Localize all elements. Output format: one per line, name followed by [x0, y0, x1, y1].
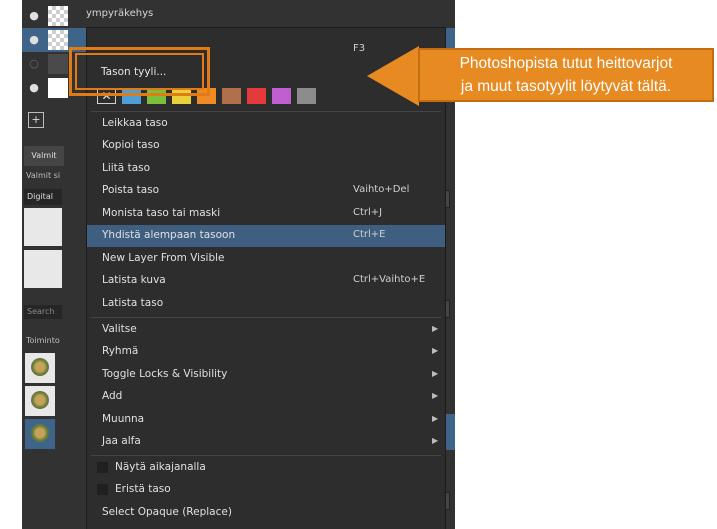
submenu-arrow-icon: ▶ [432, 414, 439, 423]
color-swatch[interactable] [222, 88, 241, 104]
presets-label: Valmit si [26, 171, 61, 180]
menu-item-split-alpha[interactable]: Jaa alfa ▶ [87, 431, 445, 453]
callout-line-2: ja muut tasotyylit löytyvät tältä. [460, 78, 672, 95]
menu-item-label: Yhdistä alempaan tasoon [102, 229, 236, 241]
highlight-box-inner [75, 53, 204, 90]
menu-item-flatten-layer[interactable]: Latista taso [87, 293, 445, 315]
menu-item-cut-layer[interactable]: Leikkaa taso [87, 113, 445, 135]
thumbnail-image [31, 391, 49, 409]
color-swatch[interactable] [247, 88, 266, 104]
history-label: Toiminto [26, 336, 60, 345]
eye-icon[interactable]: ● [27, 33, 41, 47]
menu-item-label: Monista taso tai maski [102, 207, 221, 219]
eye-icon[interactable]: ○ [27, 57, 41, 71]
menu-item-add[interactable]: Add ▶ [87, 386, 445, 408]
menu-item-label: Liitä taso [102, 162, 151, 174]
menu-item-select-opaque[interactable]: Select Opaque (Replace) [87, 502, 445, 524]
menu-item-convert[interactable]: Muunna ▶ [87, 409, 445, 431]
submenu-arrow-icon: ▶ [432, 324, 439, 333]
callout-line-1: Photoshopista tutut heittovarjot [459, 55, 673, 72]
layer-thumbnail [48, 30, 68, 50]
layer-thumbnail [48, 54, 68, 74]
menu-item-label: Select Opaque (Replace) [102, 506, 232, 518]
checkbox[interactable] [97, 462, 108, 473]
menu-item-flatten-image[interactable]: Latista kuva Ctrl+Vaihto+E [87, 270, 445, 292]
menu-separator [91, 111, 441, 112]
add-layer-icon[interactable]: + [28, 112, 44, 128]
menu-item-shortcut: Vaihto+Del [353, 184, 410, 195]
color-swatch[interactable] [272, 88, 291, 104]
menu-item-select[interactable]: Valitse ▶ [87, 319, 445, 341]
menu-item-label: Muunna [102, 413, 145, 425]
menu-item-label: Add [102, 390, 123, 402]
layer-row[interactable]: ● ympyräkehys [22, 4, 455, 28]
menu-item-label: Näytä aikajanalla [115, 461, 206, 473]
menu-item-label: Eristä taso [115, 483, 171, 495]
shortcut-f3: F3 [353, 43, 366, 54]
menu-separator [91, 317, 441, 318]
history-item[interactable] [25, 353, 55, 383]
submenu-arrow-icon: ▶ [432, 346, 439, 355]
menu-item-duplicate-layer[interactable]: Monista taso tai maski Ctrl+J [87, 203, 445, 225]
layer-thumbnail [48, 6, 68, 26]
menu-item-label: Latista kuva [102, 274, 166, 286]
menu-item-label: Poista taso [102, 184, 160, 196]
menu-item-copy-layer[interactable]: Kopioi taso [87, 135, 445, 157]
menu-item-label: Latista taso [102, 297, 164, 309]
eye-icon[interactable]: ● [27, 81, 41, 95]
callout-text: Photoshopista tutut heittovarjot ja muut… [418, 52, 714, 98]
callout-arrow-icon [367, 46, 419, 106]
color-swatch[interactable] [297, 88, 316, 104]
menu-item-label: Jaa alfa [102, 435, 141, 447]
layer-name: ympyräkehys [86, 8, 154, 19]
menu-item-new-layer-from-visible[interactable]: New Layer From Visible [87, 248, 445, 270]
menu-item-shortcut: Ctrl+Vaihto+E [353, 274, 426, 285]
menu-separator [91, 455, 441, 456]
menu-item-label: Ryhmä [102, 345, 139, 357]
brush-preset-tile[interactable] [24, 250, 62, 288]
menu-item-shortcut: Ctrl+E [353, 229, 386, 240]
menu-item-shortcut: Ctrl+J [353, 207, 383, 218]
menu-item-label: New Layer From Visible [102, 252, 225, 264]
menu-item-label: Leikkaa taso [102, 117, 168, 129]
search-input[interactable]: Search [24, 305, 62, 319]
history-item[interactable] [25, 386, 55, 416]
menu-item-group[interactable]: Ryhmä ▶ [87, 341, 445, 363]
menu-item-toggle-locks[interactable]: Toggle Locks & Visibility ▶ [87, 364, 445, 386]
menu-item-merge-down[interactable]: Yhdistä alempaan tasoon Ctrl+E [87, 225, 445, 247]
thumbnail-image [31, 358, 49, 376]
submenu-arrow-icon: ▶ [432, 436, 439, 445]
brush-preset-tile[interactable] [24, 208, 62, 246]
submenu-arrow-icon: ▶ [432, 369, 439, 378]
preset-combo[interactable]: Digital [24, 189, 62, 205]
presets-tab[interactable]: Valmit [24, 146, 64, 166]
menu-item-label: Kopioi taso [102, 139, 160, 151]
thumbnail-image [31, 424, 49, 442]
history-item-selected[interactable] [25, 419, 55, 449]
menu-item-paste-layer[interactable]: Liitä taso [87, 158, 445, 180]
checkbox[interactable] [97, 484, 108, 495]
layer-thumbnail [48, 78, 68, 98]
menu-item-remove-layer[interactable]: Poista taso Vaihto+Del [87, 180, 445, 202]
submenu-arrow-icon: ▶ [432, 391, 439, 400]
menu-item-show-in-timeline[interactable]: Näytä aikajanalla [87, 457, 445, 479]
eye-icon[interactable]: ● [27, 9, 41, 23]
menu-item-label: Valitse [102, 323, 137, 335]
menu-item-label: Toggle Locks & Visibility [102, 368, 228, 380]
menu-item-isolate-layer[interactable]: Eristä taso [87, 479, 445, 501]
